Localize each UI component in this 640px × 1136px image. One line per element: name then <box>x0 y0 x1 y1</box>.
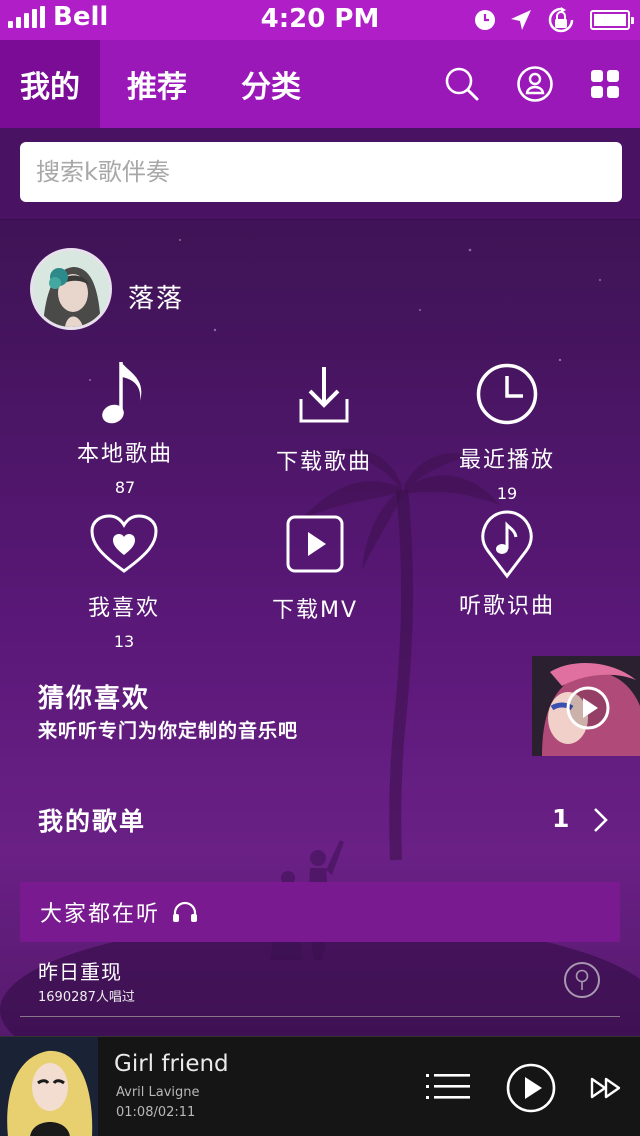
music-pin-icon <box>481 510 533 579</box>
chevron-right-icon[interactable] <box>592 806 610 834</box>
track-time: 01:08/02:11 <box>116 1105 196 1120</box>
clock-icon <box>476 363 538 425</box>
microphone-icon <box>575 969 589 990</box>
track-title: Girl friend <box>114 1051 229 1077</box>
nav-icons <box>444 40 640 128</box>
heart-icon <box>90 514 158 573</box>
grid-label: 下载歌曲 <box>275 450 372 475</box>
my-playlists-label[interactable]: 我的歌单 <box>38 802 146 838</box>
grid-item-recently-played[interactable]: 最近播放 19 <box>407 358 607 503</box>
play-icon <box>506 1063 556 1113</box>
avatar[interactable] <box>30 248 112 330</box>
next-track-button[interactable] <box>590 1077 622 1099</box>
playlist-count: 1 <box>552 804 570 833</box>
grid-label: 我喜欢 <box>87 596 160 621</box>
download-icon <box>299 367 349 423</box>
tab-mine[interactable]: 我的 <box>0 40 100 128</box>
search-area <box>0 128 640 220</box>
grid-label: 下载MV <box>271 598 359 623</box>
grid-item-favorites[interactable]: 我喜欢 13 <box>24 508 224 651</box>
divider <box>20 1016 620 1017</box>
rotation-lock-icon <box>548 7 574 33</box>
location-arrow-icon <box>511 10 531 30</box>
album-art[interactable] <box>0 1037 98 1136</box>
album-art-image <box>0 1037 98 1136</box>
grid-item-song-recognition[interactable]: 听歌识曲 <box>407 508 607 620</box>
play-square-icon <box>286 515 344 573</box>
status-right <box>474 7 634 33</box>
playlist-icon <box>426 1074 470 1099</box>
grid-label: 最近播放 <box>458 448 555 473</box>
guess-thumbnail[interactable] <box>532 656 640 756</box>
grid-item-downloaded-mv[interactable]: 下载MV <box>215 508 415 624</box>
mini-player[interactable]: Girl friend Avril Lavigne 01:08/02:11 <box>0 1036 640 1136</box>
grid-label: 听歌识曲 <box>458 594 555 619</box>
guess-title[interactable]: 猜你喜欢 <box>38 678 150 715</box>
search-icon[interactable] <box>444 66 480 102</box>
app-screen: Bell 4:20 PM 我的 推荐 分类 搜索k歌伴奏 落落 本地歌曲 87 … <box>0 0 640 1136</box>
listening-title: 大家都在听 <box>40 902 161 927</box>
headphones-icon <box>173 901 198 922</box>
guess-subtitle: 来听听专门为你定制的音乐吧 <box>38 720 299 742</box>
search-input[interactable] <box>20 142 622 202</box>
tab-recommend[interactable]: 推荐 <box>100 40 214 128</box>
username[interactable]: 落落 <box>128 278 184 315</box>
user-profile-icon[interactable] <box>516 65 554 103</box>
song-sing-count: 1690287人唱过 <box>38 990 135 1005</box>
battery-icon <box>590 10 634 30</box>
everyone-listening-header[interactable]: 大家都在听 <box>20 882 620 942</box>
grid-menu-icon[interactable] <box>590 69 620 99</box>
alarm-clock-icon <box>475 10 495 30</box>
top-nav-bar: 我的 推荐 分类 <box>0 40 640 128</box>
avatar-image <box>33 251 109 327</box>
music-note-icon <box>102 362 142 424</box>
track-artist: Avril Lavigne <box>116 1085 200 1100</box>
tab-categories[interactable]: 分类 <box>214 40 328 128</box>
grid-count: 13 <box>113 632 135 651</box>
playlist-queue-button[interactable] <box>426 1073 470 1101</box>
grid-label: 本地歌曲 <box>76 442 173 467</box>
fast-forward-icon <box>590 1077 621 1099</box>
play-overlay-icon[interactable] <box>566 686 610 730</box>
grid-item-local-songs[interactable]: 本地歌曲 87 <box>25 356 225 497</box>
grid-count: 19 <box>496 484 518 503</box>
sing-button[interactable] <box>564 962 600 998</box>
play-button[interactable] <box>506 1063 556 1113</box>
song-title[interactable]: 昨日重现 <box>38 956 122 985</box>
status-bar: Bell 4:20 PM <box>0 0 640 40</box>
grid-item-downloaded-songs[interactable]: 下载歌曲 <box>224 358 424 476</box>
grid-count: 87 <box>114 478 136 497</box>
